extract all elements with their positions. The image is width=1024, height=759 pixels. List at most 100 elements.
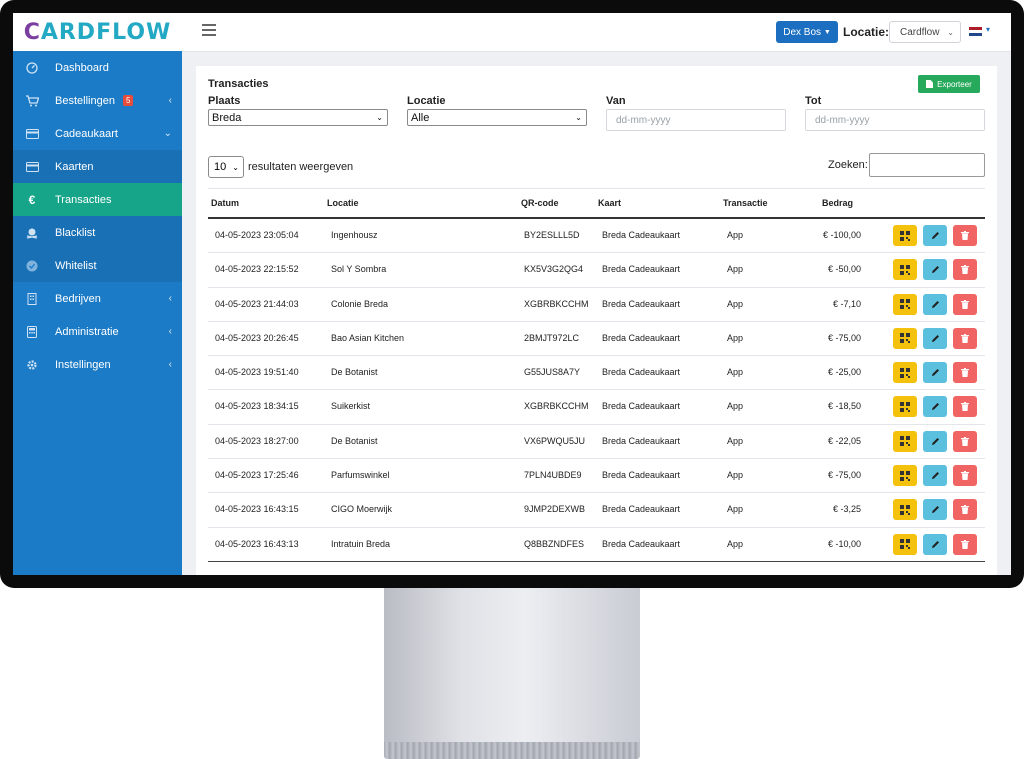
table-header: Datum Locatie QR-code Kaart Transactie B… [208,188,985,219]
qr-code-button[interactable] [893,430,917,452]
column-header-transactie[interactable]: Transactie [723,198,768,208]
plaats-select[interactable]: Breda ⌄ [208,109,388,126]
cell-bedrag: € -10,00 [827,538,861,549]
sidebar-item-label: Bedrijven [55,292,101,305]
delete-button[interactable] [953,499,977,521]
caret-down-icon: ▼ [823,28,831,36]
locatie-select[interactable]: Alle ⌄ [407,109,587,126]
logo-bar: CARDFLOW [13,13,182,51]
cell-datum: 04-05-2023 18:27:00 [215,435,299,446]
tot-date-input[interactable]: dd-mm-yyyy [805,109,985,131]
search-input[interactable] [869,153,985,177]
delete-button[interactable] [953,259,977,281]
trash-icon [961,333,969,343]
chevron-down-icon: ⌄ [947,27,954,37]
delete-button[interactable] [953,430,977,452]
qr-code-icon [900,401,910,412]
edit-button[interactable] [923,259,947,281]
page-length-select[interactable]: 10 ⌄ [208,156,244,178]
sidebar-item-cadeaukaart[interactable]: Cadeaukaart ⌄ [13,117,182,150]
netherlands-flag-icon[interactable] [969,27,982,36]
location-select[interactable]: Cardflow ⌄ [889,21,961,43]
badge: 5 [122,95,134,106]
edit-button[interactable] [923,362,947,384]
cell-locatie: Ingenhousz [331,230,378,240]
qr-code-button[interactable] [893,499,917,521]
cell-locatie: Intratuin Breda [331,538,391,549]
sidebar-item-label: Bestellingen [55,94,115,107]
table-row: 04-05-2023 20:26:45 Bao Asian Kitchen 2BMJ… [208,322,985,357]
edit-button[interactable] [923,293,947,315]
cell-transactie: App [727,504,744,515]
delete-button[interactable] [953,293,977,315]
qr-code-button[interactable] [893,293,917,315]
cell-kaart: Breda Cadeaukaart [602,367,681,378]
column-header-qr-code[interactable]: QR-code [521,198,559,208]
edit-button[interactable] [923,533,947,555]
qr-code-button[interactable] [893,327,917,349]
cell-qr-code: 9JMP2DEXWB [524,504,586,515]
qr-code-button[interactable] [893,225,917,246]
edit-button[interactable] [923,430,947,452]
edit-button[interactable] [923,499,947,521]
qr-code-button[interactable] [893,533,917,555]
sidebar-item-dashboard[interactable]: Dashboard [13,51,182,84]
cell-kaart: Breda Cadeaukaart [602,435,681,446]
delete-button[interactable] [953,327,977,349]
cell-qr-code: XGBRBKCCHM [524,401,589,412]
qr-code-icon [900,470,910,481]
cell-bedrag: € -3,25 [832,504,861,515]
cell-bedrag: € -22,05 [827,435,861,446]
edit-button[interactable] [923,225,947,246]
qr-code-button[interactable] [893,362,917,384]
monitor-bezel: CARDFLOW Dashboard Bestellingen 5 ‹ Cadeauka… [0,0,1024,588]
sidebar-item-bestellingen[interactable]: Bestellingen 5 ‹ [13,84,182,117]
edit-button[interactable] [923,327,947,349]
delete-button[interactable] [953,396,977,418]
user-dropdown-button[interactable]: Dex Bos ▼ [776,21,838,43]
sidebar-item-administratie[interactable]: Administratie ‹ [13,315,182,348]
table-row: 04-05-2023 16:43:15 CIGO Moerwijk 9JMP2DEX… [208,493,985,528]
qr-code-button[interactable] [893,465,917,487]
cell-qr-code: 7PLN4UBDE9 [524,470,582,481]
chevron-down-icon: ⌄ [376,113,383,122]
edit-button[interactable] [923,465,947,487]
file-icon [926,80,934,88]
table-row: 04-05-2023 21:44:03 Colonie Breda XGBRBKCC… [208,288,985,322]
caret-down-icon[interactable]: ▾ [986,25,990,34]
trash-icon [961,368,969,378]
qr-code-button[interactable] [893,396,917,418]
sidebar-item-label: Dashboard [55,61,109,74]
column-header-kaart[interactable]: Kaart [598,198,621,208]
qr-code-button[interactable] [893,259,917,281]
sidebar-item-blacklist[interactable]: Blacklist [13,216,182,249]
delete-button[interactable] [953,533,977,555]
export-button[interactable]: Exporteer [918,75,980,93]
sidebar-item-instellingen[interactable]: Instellingen ‹ [13,348,182,381]
delete-button[interactable] [953,465,977,487]
column-header-datum[interactable]: Datum [211,198,239,208]
column-header-locatie[interactable]: Locatie [327,198,359,208]
delete-button[interactable] [953,225,977,246]
cell-transactie: App [727,470,744,481]
cell-transactie: App [727,401,744,412]
cell-qr-code: VX6PWQU5JU [524,435,586,446]
cell-transactie: App [727,264,744,275]
trash-icon [961,402,969,412]
sidebar-item-transacties[interactable]: € Transacties [13,183,182,216]
sidebar-item-kaarten[interactable]: Kaarten [13,150,182,183]
sidebar-item-whitelist[interactable]: Whitelist [13,249,182,282]
logo[interactable]: CARDFLOW [24,20,172,45]
sidebar-item-bedrijven[interactable]: Bedrijven ‹ [13,282,182,315]
cell-transactie: App [727,230,744,240]
cell-datum: 04-05-2023 19:51:40 [215,367,299,378]
menu-toggle-icon[interactable] [202,24,216,36]
delete-button[interactable] [953,362,977,384]
cell-kaart: Breda Cadeaukaart [602,470,681,481]
pencil-icon [931,368,940,377]
column-header-bedrag[interactable]: Bedrag [822,198,853,208]
sidebar-item-label: Blacklist [55,226,96,239]
van-date-input[interactable]: dd-mm-yyyy [606,109,786,131]
trash-icon [961,471,969,481]
edit-button[interactable] [923,396,947,418]
